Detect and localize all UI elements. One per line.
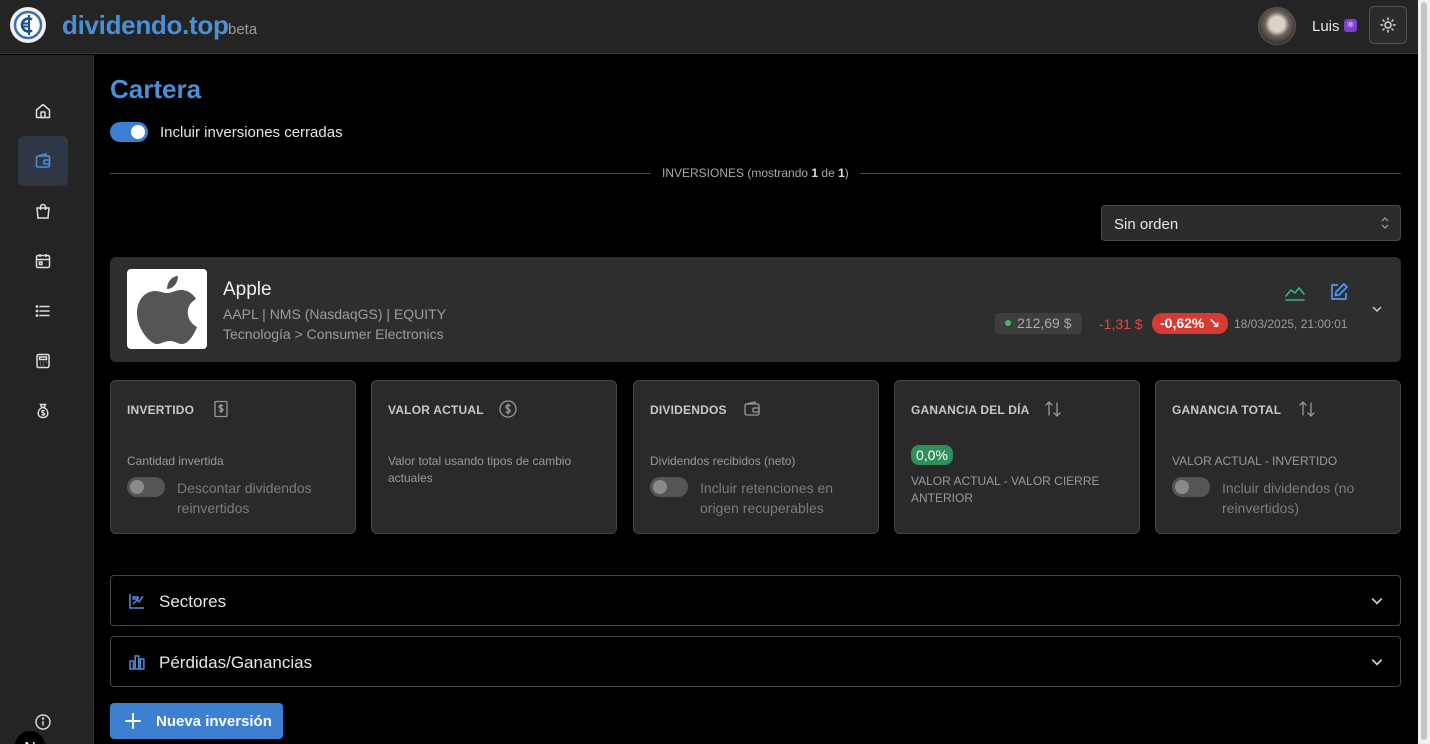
price-badge: 212,69 $	[995, 313, 1082, 334]
sidebar: N	[0, 55, 94, 744]
sidebar-item-list[interactable]	[18, 286, 68, 336]
accordion-label: Sectores	[159, 592, 227, 611]
sectors-icon	[129, 594, 144, 609]
wallet-icon	[35, 153, 51, 168]
arrows-updown-icon	[1299, 401, 1315, 417]
page-title: Cartera	[110, 74, 202, 104]
stat-description: Dividendos recibidos (neto)	[650, 454, 796, 468]
home-icon	[35, 103, 51, 119]
include-dividends-toggle[interactable]	[1172, 477, 1210, 497]
receipt-icon	[36, 353, 50, 369]
include-closed-toggle[interactable]	[110, 122, 148, 142]
plus-icon	[125, 713, 141, 729]
change-percent-badge: -0,62% ↘	[1152, 313, 1228, 334]
beta-label: beta	[228, 21, 258, 38]
calendar-icon	[35, 254, 51, 269]
stat-description: Cantidad invertida	[127, 454, 224, 468]
discount-reinvested-toggle[interactable]	[127, 477, 165, 497]
arrows-updown-icon	[1045, 401, 1061, 417]
shopping-bag-icon	[36, 203, 50, 219]
stat-card-day-gain: GANANCIA DEL DÍA 0,0% VALOR ACTUAL - VAL…	[894, 380, 1140, 534]
accordion-label: Pérdidas/Ganancias	[159, 653, 313, 672]
top-header: dividendo.top beta Luis ⚛	[0, 0, 1418, 54]
investments-count-label: INVERSIONES (mostrando 1 de 1)	[662, 166, 849, 180]
chart-button[interactable]	[1284, 282, 1306, 304]
stat-title: GANANCIA DEL DÍA	[911, 403, 1030, 417]
info-icon	[35, 714, 51, 730]
chevron-down-icon	[1371, 659, 1383, 666]
edit-button[interactable]	[1328, 281, 1350, 303]
accordion-sectors[interactable]: Sectores	[110, 575, 1401, 626]
accordion-profit-loss[interactable]: Pérdidas/Ganancias	[110, 636, 1401, 687]
edit-icon	[1331, 283, 1348, 300]
list-icon	[35, 305, 50, 317]
expand-investment-button[interactable]	[1370, 302, 1384, 316]
sidebar-item-portfolio[interactable]	[18, 136, 68, 186]
stat-toggle-label: Incluir retenciones en origen recuperabl…	[700, 480, 834, 516]
receipt-dollar-icon	[214, 400, 228, 418]
new-investment-button[interactable]: Nueva inversión	[110, 703, 283, 739]
sort-select-value: Sin orden	[1114, 216, 1179, 233]
investment-sector-line: Tecnología > Consumer Electronics	[223, 326, 444, 342]
stat-description: VALOR ACTUAL - INVERTIDO	[1172, 454, 1338, 468]
sidebar-item-home[interactable]	[18, 86, 68, 136]
day-gain-badge: 0,0%	[911, 445, 953, 465]
investment-card[interactable]: Apple AAPL | NMS (NasdaqGS) | EQUITY Tec…	[110, 257, 1401, 362]
sidebar-item-purchases[interactable]	[18, 186, 68, 236]
money-bag-icon	[37, 403, 49, 419]
stat-title: DIVIDENDOS	[650, 403, 727, 417]
sidebar-item-dividends[interactable]	[18, 386, 68, 436]
market-status-dot	[1005, 320, 1011, 327]
stat-description: Valor total usando tipos de cambio actua…	[388, 454, 572, 485]
sort-select[interactable]: Sin orden	[1101, 205, 1401, 241]
stat-card-invested: INVERTIDO Cantidad invertida Descontar d…	[110, 380, 356, 534]
divider-left	[110, 173, 651, 174]
user-role-badge: ⚛	[1344, 19, 1357, 32]
stat-card-total-gain: GANANCIA TOTAL VALOR ACTUAL - INVERTIDO …	[1155, 380, 1401, 534]
stat-title: INVERTIDO	[127, 403, 195, 417]
price-timestamp: 18/03/2025, 21:00:01	[1234, 317, 1348, 331]
logo-icon[interactable]	[10, 7, 46, 43]
chevron-down-icon	[1372, 306, 1382, 313]
logo-text[interactable]: dividendo.top	[62, 10, 229, 41]
divider-right	[860, 173, 1401, 174]
scrollbar[interactable]	[1418, 0, 1430, 744]
recoverable-withholding-toggle[interactable]	[650, 477, 688, 497]
apple-logo-icon	[137, 276, 197, 344]
stat-toggle-label: Incluir dividendos (no reinvertidos)	[1222, 480, 1355, 516]
stat-toggle-label: Descontar dividendos reinvertidos	[177, 480, 312, 516]
investment-name[interactable]: Apple	[223, 279, 272, 301]
company-logo	[127, 269, 207, 349]
stat-title: VALOR ACTUAL	[388, 403, 484, 417]
new-investment-label: Nueva inversión	[156, 713, 272, 730]
updown-chevron-icon	[1381, 217, 1389, 229]
chevron-down-icon	[1371, 598, 1383, 605]
wallet-icon	[744, 401, 760, 416]
include-closed-label: Incluir inversiones cerradas	[160, 124, 343, 141]
user-name[interactable]: Luis	[1312, 18, 1340, 35]
avatar[interactable]	[1258, 7, 1296, 45]
investment-ticker-line: AAPL | NMS (NasdaqGS) | EQUITY	[223, 306, 447, 322]
bar-chart-icon	[129, 655, 145, 670]
stat-card-current-value: VALOR ACTUAL Valor total usando tipos de…	[371, 380, 617, 534]
stat-description: VALOR ACTUAL - VALOR CIERRE ANTERIOR	[911, 474, 1100, 505]
dollar-circle-icon	[499, 400, 517, 418]
sidebar-item-info[interactable]	[32, 711, 54, 733]
change-absolute: -1,31 $	[1099, 316, 1143, 332]
scrollbar-thumb[interactable]	[1421, 2, 1427, 740]
stat-title: GANANCIA TOTAL	[1172, 403, 1282, 417]
sun-icon	[1380, 17, 1396, 33]
theme-toggle-button[interactable]	[1369, 6, 1407, 44]
sidebar-item-calendar[interactable]	[18, 236, 68, 286]
stat-card-dividends: DIVIDENDOS Dividendos recibidos (neto) I…	[633, 380, 879, 534]
line-chart-icon	[1285, 287, 1305, 301]
sidebar-item-calculator[interactable]	[18, 336, 68, 386]
